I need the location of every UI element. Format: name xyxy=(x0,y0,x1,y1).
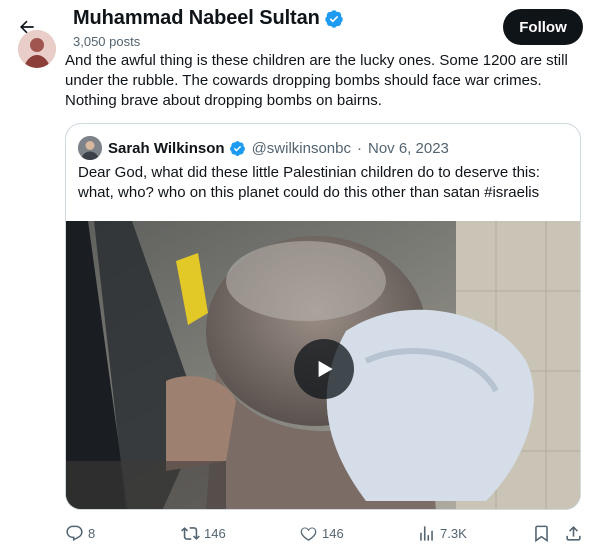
reply-button[interactable]: 8 xyxy=(65,518,95,548)
play-button[interactable] xyxy=(294,339,354,399)
quoted-tweet-header: Sarah Wilkinson @swilkinsonbc · Nov 6, 2… xyxy=(78,136,449,160)
repost-icon xyxy=(181,524,200,543)
bookmark-icon xyxy=(532,524,551,543)
video-player[interactable] xyxy=(66,221,580,509)
tweet-text: And the awful thing is these children ar… xyxy=(65,52,568,109)
play-icon xyxy=(311,356,337,382)
reply-icon xyxy=(65,524,84,543)
profile-header: Muhammad Nabeel Sultan 3,050 posts Follo… xyxy=(0,0,599,52)
like-count: 146 xyxy=(322,525,344,541)
quoted-avatar xyxy=(78,136,102,160)
share-icon xyxy=(564,524,583,543)
bookmark-button[interactable] xyxy=(532,518,551,548)
profile-name: Muhammad Nabeel Sultan xyxy=(73,7,320,29)
like-button[interactable]: 146 xyxy=(299,518,344,548)
like-icon xyxy=(299,524,318,543)
repost-count: 146 xyxy=(204,525,226,541)
avatar[interactable] xyxy=(18,30,56,68)
repost-button[interactable]: 146 xyxy=(181,518,226,548)
reply-count: 8 xyxy=(88,525,96,541)
posts-count: 3,050 posts xyxy=(73,34,141,49)
tweet-actions: 8 146 146 7.3K xyxy=(0,518,599,548)
views-count: 7.3K xyxy=(440,525,467,541)
views-button[interactable]: 7.3K xyxy=(417,518,467,548)
quoted-tweet-text: Dear God, what did these little Palestin… xyxy=(78,164,540,201)
quoted-tweet[interactable]: Sarah Wilkinson @swilkinsonbc · Nov 6, 2… xyxy=(65,123,581,510)
follow-button[interactable]: Follow xyxy=(503,9,583,45)
header-title: Muhammad Nabeel Sultan xyxy=(73,7,344,30)
quoted-date: Nov 6, 2023 xyxy=(368,139,449,157)
verified-badge-icon xyxy=(324,9,344,29)
share-button[interactable] xyxy=(564,518,583,548)
verified-badge-icon xyxy=(229,140,246,157)
meta-separator: · xyxy=(357,139,362,157)
quoted-handle: @swilkinsonbc xyxy=(251,139,351,157)
views-icon xyxy=(417,524,436,543)
quoted-author-name: Sarah Wilkinson xyxy=(108,139,225,157)
